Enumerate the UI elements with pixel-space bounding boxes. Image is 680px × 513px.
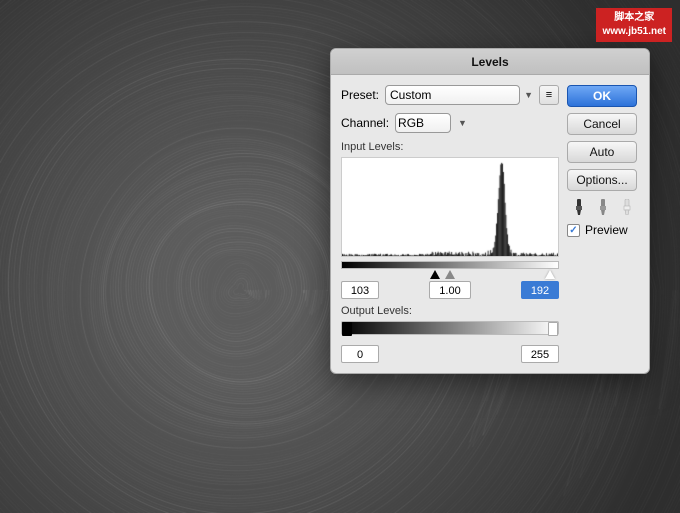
channel-label: Channel: [341, 116, 389, 130]
input-mid-value[interactable]: 1.00 [429, 281, 471, 299]
output-gradient-bar [341, 321, 559, 335]
gray-eyedropper-icon [596, 199, 610, 215]
input-slider-track[interactable] [341, 261, 559, 279]
output-black-thumb[interactable] [342, 322, 352, 336]
output-white-value[interactable]: 255 [521, 345, 559, 363]
input-gradient-bar [341, 261, 559, 269]
preview-checkbox[interactable] [567, 224, 580, 237]
channel-dropdown-arrow-icon: ▼ [458, 118, 467, 128]
cancel-button[interactable]: Cancel [567, 113, 637, 135]
preview-label: Preview [585, 223, 628, 237]
preset-label: Preset: [341, 88, 379, 102]
output-slider-area[interactable] [341, 321, 559, 341]
preset-select[interactable]: Custom [385, 85, 520, 105]
dialog-main: Preset: Custom ▼ ≡ Channel: RGB ▼ [341, 85, 559, 363]
input-levels-label: Input Levels: [341, 141, 559, 153]
ok-button[interactable]: OK [567, 85, 637, 107]
white-eyedropper-icon [620, 199, 634, 215]
eyedropper-row [567, 197, 639, 217]
output-levels-section: Output Levels: 0 255 [341, 305, 559, 363]
channel-select[interactable]: RGB [395, 113, 451, 133]
output-levels-label: Output Levels: [341, 305, 559, 317]
dialog-buttons: OK Cancel Auto Options... [567, 85, 639, 363]
input-white-thumb[interactable] [545, 270, 555, 279]
input-white-value[interactable]: 192 [521, 281, 559, 299]
channel-row: Channel: RGB ▼ [341, 113, 559, 133]
preview-row: Preview [567, 223, 639, 237]
options-button[interactable]: Options... [567, 169, 637, 191]
gray-eyedropper-button[interactable] [593, 197, 613, 217]
watermark: 脚本之家 www.jb51.net [596, 8, 672, 42]
black-eyedropper-icon [572, 199, 586, 215]
histogram-container [341, 157, 559, 257]
input-black-value[interactable]: 103 [341, 281, 379, 299]
dialog-title: Levels [331, 49, 649, 75]
output-level-numbers: 0 255 [341, 345, 559, 363]
input-levels-section: Input Levels: 103 1.00 192 [341, 141, 559, 299]
input-level-numbers: 103 1.00 192 [341, 281, 559, 299]
auto-button[interactable]: Auto [567, 141, 637, 163]
output-black-value[interactable]: 0 [341, 345, 379, 363]
levels-dialog: Levels Preset: Custom ▼ ≡ Channel: RGB [330, 48, 650, 374]
input-black-thumb[interactable] [430, 270, 440, 279]
preset-options-button[interactable]: ≡ [539, 85, 559, 105]
histogram-canvas [342, 158, 558, 256]
output-white-thumb[interactable] [548, 322, 558, 336]
preset-row: Preset: Custom ▼ ≡ [341, 85, 559, 105]
preset-select-wrap: Custom ▼ [385, 85, 533, 105]
black-eyedropper-button[interactable] [569, 197, 589, 217]
input-mid-thumb[interactable] [445, 270, 455, 279]
white-eyedropper-button[interactable] [617, 197, 637, 217]
preset-dropdown-arrow-icon: ▼ [524, 90, 533, 100]
